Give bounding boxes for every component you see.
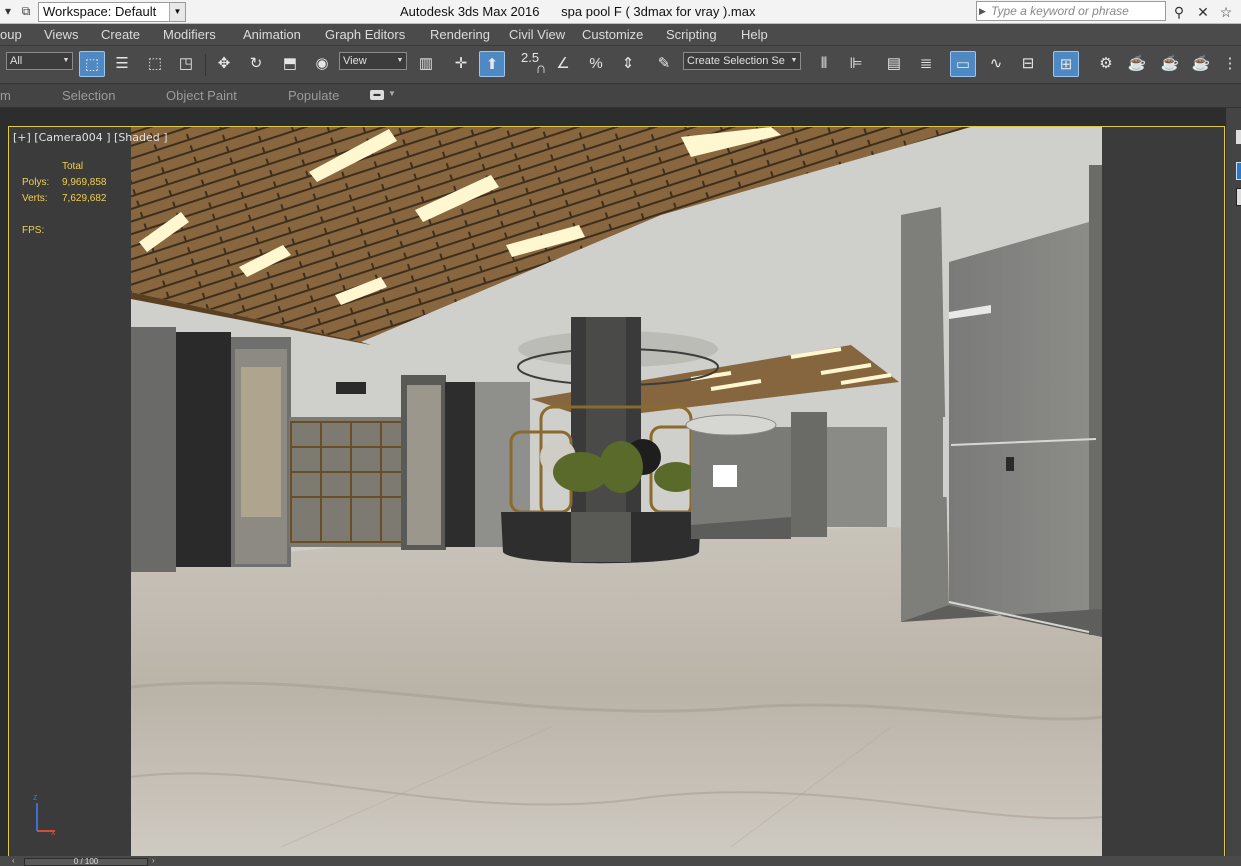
chevron-left-icon[interactable]: ‹ [12, 856, 15, 865]
more-tools-icon[interactable]: ⋮ [1217, 51, 1241, 77]
menu-group[interactable]: oup [0, 27, 22, 42]
timeline: ‹ 0 / 100 › [0, 856, 1241, 866]
menu-bar: oup Views Create Modifiers Animation Gra… [0, 24, 1241, 46]
tools-icon[interactable]: ✕ [1194, 3, 1212, 21]
verts-label: Verts: [22, 193, 48, 204]
ribbon-tab-selection[interactable]: Selection [62, 88, 115, 103]
rendered-frame-icon[interactable]: ☕ [1124, 51, 1150, 77]
schematic-view-icon[interactable]: ⊟ [1015, 51, 1041, 77]
app-title: Autodesk 3ds Max 2016 [400, 4, 540, 19]
menu-modifiers[interactable]: Modifiers [163, 27, 216, 42]
fps-label: FPS: [22, 225, 45, 236]
keyboard-shortcut-icon[interactable]: ⬆ [479, 51, 505, 77]
menu-create[interactable]: Create [101, 27, 140, 42]
chevron-down-icon: ▼ [396, 57, 404, 64]
stats-header: Total [62, 161, 84, 172]
menu-rendering[interactable]: Rendering [430, 27, 490, 42]
select-object-icon[interactable]: ⬚ [79, 51, 105, 77]
spinner-snap-icon[interactable]: ⇕ [615, 51, 641, 77]
named-selection-input[interactable]: Create Selection Se ▼ [683, 52, 801, 70]
polys-label: Polys: [22, 177, 50, 188]
ribbon-minimize-icon[interactable]: ▬ [370, 90, 384, 100]
window-crossing-icon[interactable]: ◳ [173, 51, 199, 77]
window-title: Autodesk 3ds Max 2016 spa pool F ( 3dmax… [400, 4, 756, 19]
axis-x-label: x [51, 827, 56, 835]
search-placeholder: Type a keyword or phrase [991, 4, 1129, 18]
menu-help[interactable]: Help [741, 27, 768, 42]
place-icon[interactable]: ◉ [309, 51, 335, 77]
chevron-down-icon: ▼ [790, 57, 798, 64]
menu-civil-view[interactable]: Civil View [509, 27, 565, 42]
verts-value: 7,629,682 [62, 193, 107, 204]
time-slider[interactable]: 0 / 100 [24, 858, 148, 866]
panel-tab-button[interactable] [1236, 130, 1241, 144]
align-icon[interactable]: ⊫ [843, 51, 869, 77]
rotate-icon[interactable]: ↻ [243, 51, 269, 77]
ribbon-bar: m Selection Object Paint Populate ▬ ▼ [0, 84, 1241, 108]
menu-customize[interactable]: Customize [582, 27, 643, 42]
workspace-select[interactable]: Workspace: Default ▼ [38, 2, 186, 22]
main-toolbar: All ▼ ⬚ ☰ ⬚ ◳ ✥ ↻ ⬒ ◉ View ▼ ▥ ✛ ⬆ 2.5 ∩… [0, 46, 1241, 84]
move-icon[interactable]: ✥ [211, 51, 237, 77]
pivot-icon[interactable]: ▥ [413, 51, 439, 77]
named-selection-placeholder: Create Selection Se [687, 55, 785, 67]
ribbon-tab-modeling[interactable]: m [0, 88, 11, 103]
chevron-right-icon[interactable]: › [152, 856, 155, 865]
selection-filter-value: All [10, 55, 23, 67]
angle-snap-icon[interactable]: ∠ [550, 51, 576, 77]
material-editor-icon[interactable]: ⊞ [1053, 51, 1079, 77]
chevron-down-icon: ▼ [62, 57, 70, 64]
menu-graph-editors[interactable]: Graph Editors [325, 27, 405, 42]
viewport-label[interactable]: [+] [Camera004 ] [Shaded ] [13, 131, 168, 144]
scale-icon[interactable]: ⬒ [277, 51, 303, 77]
window-icon[interactable]: ⧉ [18, 3, 34, 19]
search-input[interactable]: ▶ Type a keyword or phrase [976, 1, 1166, 21]
toolbar-separator [205, 54, 206, 76]
panel-tab-button[interactable] [1236, 188, 1241, 206]
file-title: spa pool F ( 3dmax for vray ).max [561, 4, 756, 19]
menu-views[interactable]: Views [44, 27, 78, 42]
workspace-label: Workspace: Default [43, 4, 157, 19]
chevron-down-icon[interactable]: ▼ [388, 89, 396, 98]
ribbon-tab-object-paint[interactable]: Object Paint [166, 88, 237, 103]
polys-value: 9,969,858 [62, 177, 107, 188]
axis-gizmo-icon: z x [33, 792, 56, 835]
render-setup-icon[interactable]: ⚙ [1093, 51, 1119, 77]
percent-snap-icon[interactable]: % [583, 51, 609, 77]
expand-arrow-icon[interactable]: ▶ [979, 2, 986, 20]
time-slider-value: 0 / 100 [73, 857, 99, 866]
menu-scripting[interactable]: Scripting [666, 27, 717, 42]
viewport-area: [+] [Camera004 ] [Shaded ] Total Polys: 9… [0, 108, 1241, 866]
reference-coord-select[interactable]: View ▼ [339, 52, 407, 70]
edit-named-selection-icon[interactable]: ✎ [651, 51, 677, 77]
binoculars-icon[interactable]: ⚲ [1170, 3, 1188, 21]
select-by-name-icon[interactable]: ☰ [109, 51, 135, 77]
camera-viewport[interactable]: [+] [Camera004 ] [Shaded ] Total Polys: 9… [8, 126, 1225, 858]
reference-coord-value: View [343, 55, 367, 67]
dropdown-arrow-icon[interactable]: ▾ [0, 3, 16, 19]
rectangular-selection-icon[interactable]: ⬚ [142, 51, 168, 77]
title-bar: ▾ ⧉ Workspace: Default ▼ Autodesk 3ds Ma… [0, 0, 1241, 24]
selection-filter-select[interactable]: All ▼ [6, 52, 73, 70]
ribbon-tab-populate[interactable]: Populate [288, 88, 339, 103]
layer-manager-icon[interactable]: ≣ [913, 51, 939, 77]
curve-editor-icon[interactable]: ∿ [983, 51, 1009, 77]
layer-explorer-icon[interactable]: ▤ [881, 51, 907, 77]
command-panel-edge [1226, 108, 1241, 866]
panel-active-button[interactable] [1236, 162, 1241, 180]
render-iterative-icon[interactable]: ☕ [1188, 51, 1214, 77]
chevron-down-icon: ▼ [169, 3, 185, 21]
rendered-scene [131, 127, 1102, 857]
axis-z-label: z [33, 792, 38, 802]
star-icon[interactable]: ☆ [1217, 3, 1235, 21]
viewport-statistics: Total Polys: 9,969,858 Verts: 7,629,682 FP… [22, 161, 107, 241]
select-manipulate-icon[interactable]: ✛ [448, 51, 474, 77]
render-production-icon[interactable]: ☕ [1157, 51, 1183, 77]
menu-animation[interactable]: Animation [243, 27, 301, 42]
mirror-icon[interactable]: ⫴ [811, 51, 837, 77]
ribbon-toggle-icon[interactable]: ▭ [950, 51, 976, 77]
